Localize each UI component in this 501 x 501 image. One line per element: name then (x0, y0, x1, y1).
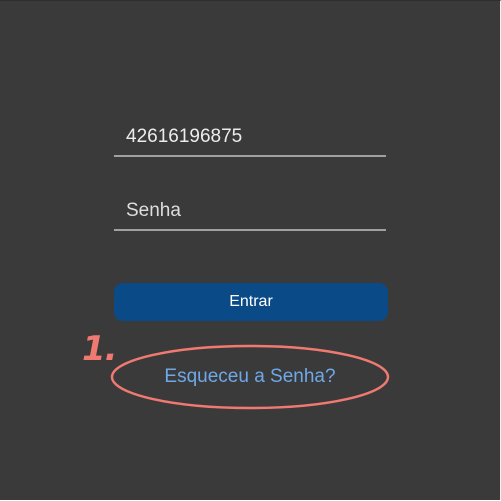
login-button[interactable]: Entrar (114, 283, 388, 321)
login-screen: Entrar Esqueceu a Senha? 1. (0, 0, 501, 500)
step-number-label: 1. (82, 329, 118, 369)
password-input[interactable] (114, 193, 386, 229)
username-input[interactable] (114, 119, 386, 155)
forgot-password-link[interactable]: Esqueceu a Senha? (112, 363, 388, 391)
password-field (114, 193, 386, 231)
username-field (114, 119, 386, 157)
annotation-overlay (110, 344, 390, 410)
